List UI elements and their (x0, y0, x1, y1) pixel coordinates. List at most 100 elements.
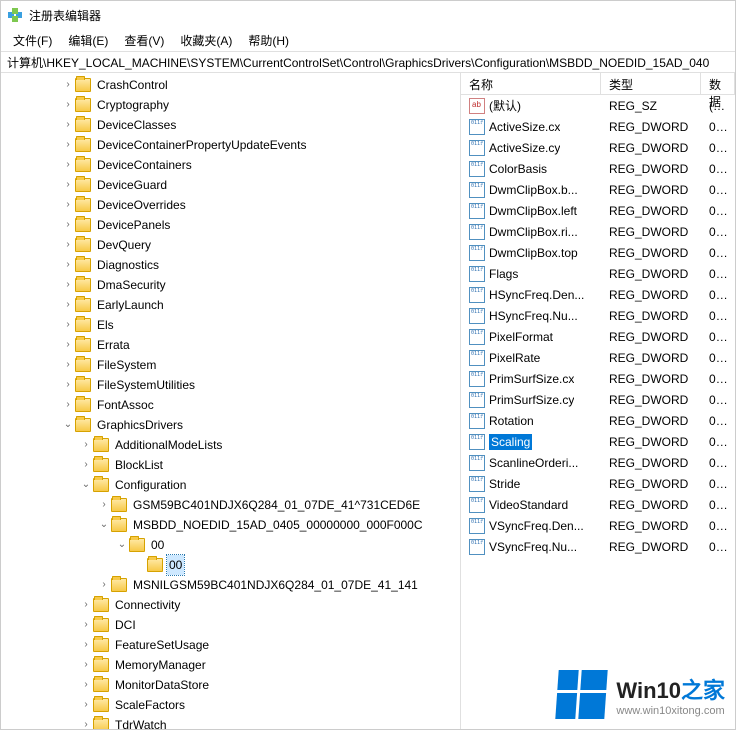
value-row[interactable]: ColorBasis REG_DWORD 0x00 (461, 158, 735, 179)
menu-favorites[interactable]: 收藏夹(A) (172, 30, 240, 51)
tree-item[interactable]: ⌄ MSBDD_NOEDID_15AD_0405_00000000_000F00… (97, 515, 460, 535)
chevron-right-icon[interactable]: › (61, 215, 75, 235)
chevron-right-icon[interactable]: › (79, 655, 93, 675)
chevron-right-icon[interactable]: › (97, 575, 111, 595)
menu-file[interactable]: 文件(F) (5, 30, 60, 51)
tree-item[interactable]: › Els (61, 315, 460, 335)
chevron-right-icon[interactable]: › (79, 595, 93, 615)
value-row[interactable]: HSyncFreq.Nu... REG_DWORD 0xfff (461, 305, 735, 326)
folder-icon (75, 398, 91, 412)
chevron-right-icon[interactable]: › (61, 275, 75, 295)
chevron-right-icon[interactable]: › (61, 235, 75, 255)
tree-item[interactable]: › DeviceClasses (61, 115, 460, 135)
chevron-down-icon[interactable]: ⌄ (97, 515, 111, 535)
tree-item[interactable]: ⌄ Configuration (79, 475, 460, 495)
chevron-right-icon[interactable]: › (61, 255, 75, 275)
chevron-right-icon[interactable]: › (61, 75, 75, 95)
tree-item[interactable]: › TdrWatch (79, 715, 460, 729)
chevron-right-icon[interactable]: › (61, 395, 75, 415)
value-row[interactable]: (默认) REG_SZ (数值 (461, 95, 735, 116)
tree-item[interactable]: › FileSystemUtilities (61, 375, 460, 395)
value-row[interactable]: VideoStandard REG_DWORD 0x00 (461, 494, 735, 515)
menu-help[interactable]: 帮助(H) (240, 30, 297, 51)
value-row[interactable]: HSyncFreq.Den... REG_DWORD 0xfff (461, 284, 735, 305)
tree-item[interactable]: › MonitorDataStore (79, 675, 460, 695)
value-data: 0x00 (701, 498, 735, 512)
chevron-down-icon[interactable]: ⌄ (61, 415, 75, 435)
chevron-right-icon[interactable]: › (61, 195, 75, 215)
tree-item[interactable]: › DCI (79, 615, 460, 635)
value-row[interactable]: VSyncFreq.Nu... REG_DWORD 0xfff (461, 536, 735, 557)
tree-item[interactable]: › FontAssoc (61, 395, 460, 415)
chevron-right-icon[interactable]: › (61, 375, 75, 395)
col-data[interactable]: 数据 (701, 73, 735, 94)
tree-item[interactable]: ⌄ 00 (115, 535, 460, 555)
tree-item[interactable]: › MSNILGSM59BC401NDJX6Q284_01_07DE_41_14… (97, 575, 460, 595)
menu-view[interactable]: 查看(V) (116, 30, 172, 51)
value-row[interactable]: ScanlineOrderi... REG_DWORD 0x00 (461, 452, 735, 473)
chevron-right-icon[interactable]: › (79, 635, 93, 655)
chevron-right-icon[interactable]: › (61, 155, 75, 175)
value-row[interactable]: PixelRate REG_DWORD 0xfff (461, 347, 735, 368)
chevron-right-icon[interactable]: › (79, 715, 93, 729)
col-type[interactable]: 类型 (601, 73, 701, 94)
tree-item[interactable]: › DeviceOverrides (61, 195, 460, 215)
value-row[interactable]: VSyncFreq.Den... REG_DWORD 0xfff (461, 515, 735, 536)
chevron-right-icon[interactable]: › (79, 675, 93, 695)
chevron-right-icon[interactable]: › (61, 315, 75, 335)
tree-item[interactable]: › CrashControl (61, 75, 460, 95)
tree-item[interactable]: › MemoryManager (79, 655, 460, 675)
value-row[interactable]: PixelFormat REG_DWORD 0x00 (461, 326, 735, 347)
value-row[interactable]: Scaling REG_DWORD 0x00 (461, 431, 735, 452)
chevron-right-icon[interactable]: › (79, 435, 93, 455)
tree-item[interactable]: › DevicePanels (61, 215, 460, 235)
chevron-right-icon[interactable]: › (79, 455, 93, 475)
value-type: REG_DWORD (601, 477, 701, 491)
chevron-right-icon[interactable]: › (61, 175, 75, 195)
chevron-right-icon[interactable]: › (61, 115, 75, 135)
value-row[interactable]: DwmClipBox.ri... REG_DWORD 0x00 (461, 221, 735, 242)
chevron-right-icon[interactable]: › (79, 695, 93, 715)
chevron-right-icon[interactable]: › (61, 355, 75, 375)
value-row[interactable]: DwmClipBox.b... REG_DWORD 0x00 (461, 179, 735, 200)
tree-item[interactable]: › DeviceContainerPropertyUpdateEvents (61, 135, 460, 155)
chevron-right-icon[interactable]: › (61, 95, 75, 115)
value-row[interactable]: PrimSurfSize.cy REG_DWORD 0x00 (461, 389, 735, 410)
chevron-right-icon[interactable]: › (97, 495, 111, 515)
tree-item[interactable]: › AdditionalModeLists (79, 435, 460, 455)
tree-item[interactable]: › FileSystem (61, 355, 460, 375)
value-row[interactable]: ActiveSize.cx REG_DWORD 0x00 (461, 116, 735, 137)
tree-item[interactable]: › BlockList (79, 455, 460, 475)
value-row[interactable]: PrimSurfSize.cx REG_DWORD 0x00 (461, 368, 735, 389)
chevron-down-icon[interactable]: ⌄ (79, 475, 93, 495)
tree-item[interactable]: › Cryptography (61, 95, 460, 115)
value-row[interactable]: DwmClipBox.top REG_DWORD 0x00 (461, 242, 735, 263)
chevron-down-icon[interactable]: ⌄ (115, 535, 129, 555)
tree-item[interactable]: › EarlyLaunch (61, 295, 460, 315)
chevron-right-icon[interactable]: › (61, 295, 75, 315)
tree-item[interactable]: › GSM59BC401NDJX6Q284_01_07DE_41^731CED6… (97, 495, 460, 515)
col-name[interactable]: 名称 (461, 73, 601, 94)
menu-edit[interactable]: 编辑(E) (60, 30, 116, 51)
chevron-right-icon[interactable]: › (61, 135, 75, 155)
address-input[interactable] (5, 54, 731, 70)
value-row[interactable]: Rotation REG_DWORD 0x00 (461, 410, 735, 431)
tree-item[interactable]: › DevQuery (61, 235, 460, 255)
value-row[interactable]: Stride REG_DWORD 0x00 (461, 473, 735, 494)
chevron-right-icon[interactable]: › (79, 615, 93, 635)
value-row[interactable]: DwmClipBox.left REG_DWORD 0x00 (461, 200, 735, 221)
value-row[interactable]: Flags REG_DWORD 0x00 (461, 263, 735, 284)
tree-pane[interactable]: › CrashControl › Cryptography › DeviceCl… (1, 73, 461, 729)
tree-item[interactable]: › 00 (133, 555, 460, 575)
tree-item[interactable]: › Errata (61, 335, 460, 355)
tree-item[interactable]: › ScaleFactors (79, 695, 460, 715)
tree-item[interactable]: ⌄ GraphicsDrivers (61, 415, 460, 435)
chevron-right-icon[interactable]: › (61, 335, 75, 355)
tree-item[interactable]: › DmaSecurity (61, 275, 460, 295)
tree-item[interactable]: › DeviceContainers (61, 155, 460, 175)
tree-item[interactable]: › DeviceGuard (61, 175, 460, 195)
value-row[interactable]: ActiveSize.cy REG_DWORD 0x00 (461, 137, 735, 158)
tree-item[interactable]: › Diagnostics (61, 255, 460, 275)
tree-item[interactable]: › FeatureSetUsage (79, 635, 460, 655)
tree-item[interactable]: › Connectivity (79, 595, 460, 615)
